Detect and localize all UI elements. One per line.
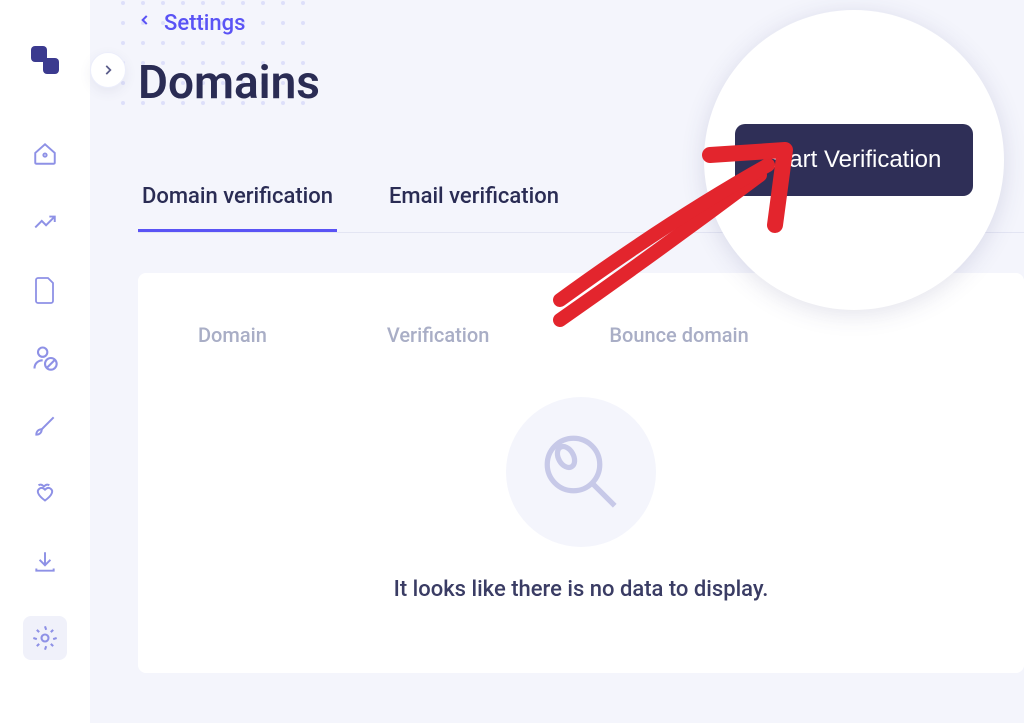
- sidebar: [0, 0, 90, 723]
- empty-state-message: It looks like there is no data to displa…: [394, 577, 769, 602]
- start-verification-button[interactable]: Start Verification: [735, 124, 974, 196]
- app-logo: [25, 40, 65, 80]
- tab-email-verification[interactable]: Email verification: [385, 170, 563, 232]
- settings-icon[interactable]: [23, 616, 67, 660]
- table-header-row: Domain Verification Bounce domain: [198, 323, 964, 347]
- brush-icon[interactable]: [31, 412, 59, 440]
- magnifier-icon: [506, 397, 656, 547]
- tab-domain-verification[interactable]: Domain verification: [138, 170, 337, 232]
- column-header-domain: Domain: [198, 323, 267, 347]
- column-header-bounce: Bounce domain: [609, 323, 748, 347]
- expand-sidebar-button[interactable]: [90, 52, 126, 88]
- file-icon[interactable]: [31, 276, 59, 304]
- user-remove-icon[interactable]: [31, 344, 59, 372]
- breadcrumb-label[interactable]: Settings: [164, 11, 245, 36]
- chevron-left-icon: [138, 10, 152, 36]
- analytics-icon[interactable]: [31, 208, 59, 236]
- column-header-verification: Verification: [387, 323, 490, 347]
- heart-stack-icon[interactable]: [31, 480, 59, 508]
- main-content: Settings Domains Start Verification Doma…: [90, 0, 1024, 723]
- download-icon[interactable]: [31, 548, 59, 576]
- empty-state: It looks like there is no data to displa…: [198, 397, 964, 602]
- content-card: Domain Verification Bounce domain It loo…: [138, 273, 1024, 673]
- home-icon[interactable]: [31, 140, 59, 168]
- action-highlight-circle: Start Verification: [704, 10, 1004, 310]
